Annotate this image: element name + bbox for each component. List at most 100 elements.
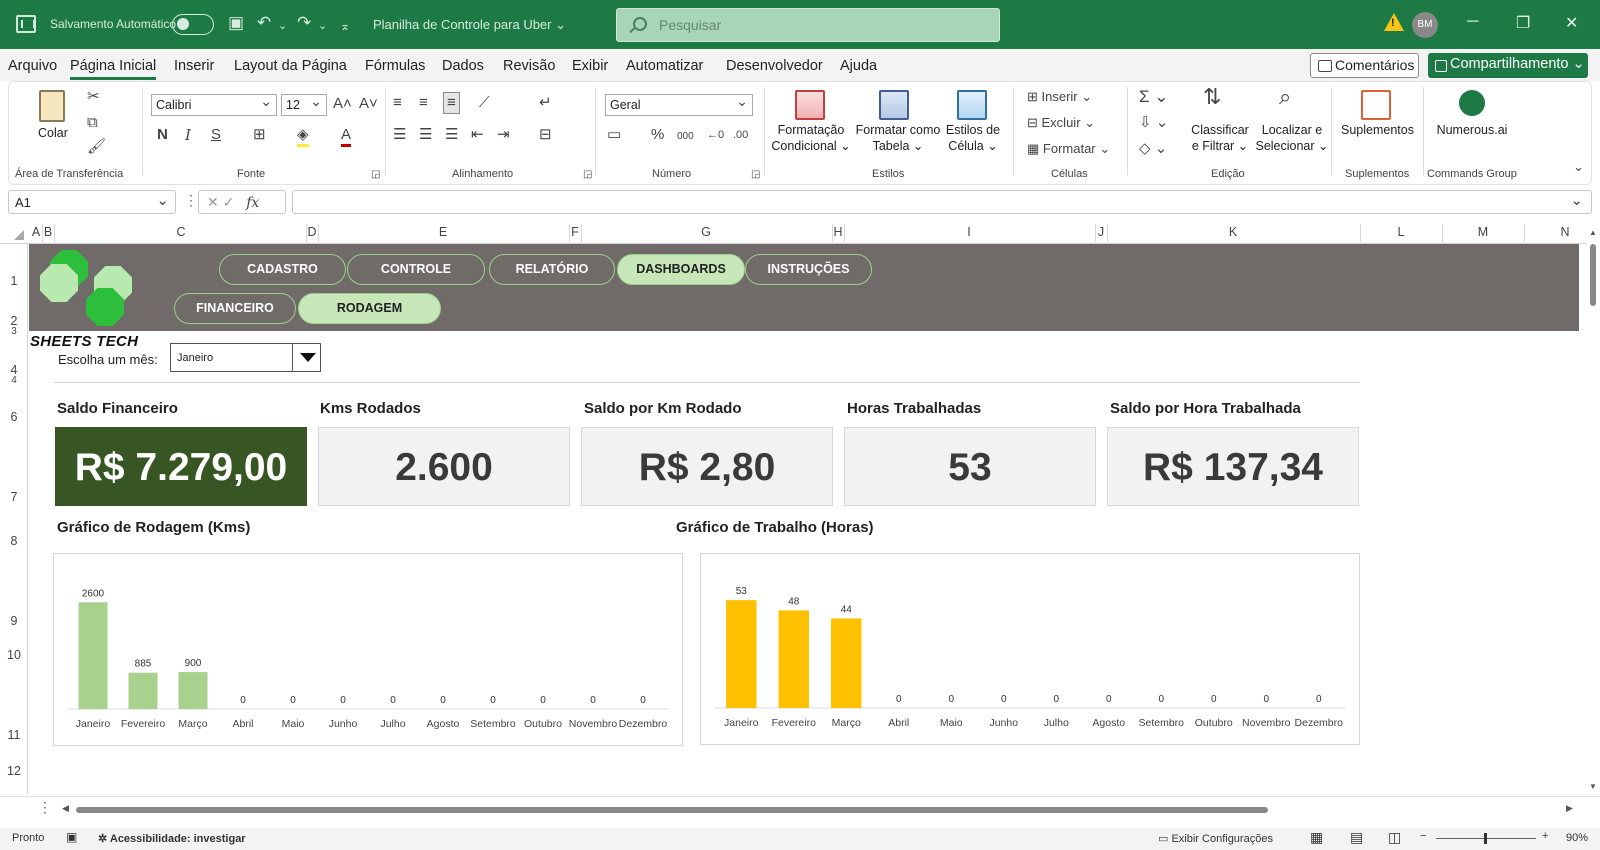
column-header[interactable]: C	[176, 225, 185, 239]
merge-center-icon[interactable]: ⊟	[539, 126, 552, 144]
nav-financeiro[interactable]: FINANCEIRO	[174, 293, 296, 324]
fill-color-icon[interactable]: ◈	[297, 126, 309, 147]
addins-button[interactable]: Suplementos	[1341, 122, 1414, 138]
undo-dropdown-icon[interactable]: ⌄	[278, 16, 287, 36]
bold-button[interactable]: N	[157, 126, 168, 144]
collapse-ribbon-icon[interactable]: ⌄	[1573, 158, 1584, 176]
column-header[interactable]: H	[833, 225, 842, 239]
tab-automatizar[interactable]: Automatizar	[626, 58, 703, 74]
sort-filter-button[interactable]: Classificar e Filtrar ⌄	[1185, 122, 1255, 154]
column-header[interactable]: K	[1229, 225, 1237, 239]
thousands-icon[interactable]: 000	[677, 128, 694, 146]
delete-cells-button[interactable]: ⊟ Excluir ⌄	[1027, 114, 1095, 132]
nav-cadastro[interactable]: CADASTRO	[219, 254, 346, 285]
search-box[interactable]: Pesquisar	[616, 8, 1000, 42]
cell-styles-button[interactable]: Estilos de Célula ⌄	[943, 122, 1003, 154]
align-top-icon[interactable]: ≡	[393, 94, 402, 112]
orientation-icon[interactable]: ⟋	[479, 94, 490, 112]
align-bottom-icon[interactable]: ≡	[443, 92, 460, 114]
formula-input[interactable]	[292, 190, 1592, 214]
scroll-up-icon[interactable]: ▲	[1589, 228, 1597, 237]
column-header[interactable]: G	[701, 225, 711, 239]
cancel-icon[interactable]: ✕	[207, 194, 219, 210]
font-size-select[interactable]: 12	[281, 93, 327, 116]
increase-decimal-icon[interactable]: ←0	[707, 126, 724, 144]
nav-relatorio[interactable]: RELATÓRIO	[489, 254, 615, 285]
conditional-formatting-icon[interactable]	[795, 90, 825, 120]
row-header[interactable]: 1	[0, 274, 28, 288]
column-header[interactable]: L	[1398, 225, 1405, 239]
row-header[interactable]: 4	[0, 375, 28, 386]
tab-desenvolvedor[interactable]: Desenvolvedor	[726, 58, 823, 74]
comments-button[interactable]: Comentários	[1310, 53, 1419, 78]
avatar[interactable]: BM	[1412, 12, 1438, 38]
increase-font-icon[interactable]: A˄	[333, 95, 352, 113]
row-header[interactable]: 6	[0, 410, 28, 424]
insert-function-button[interactable]: fx	[246, 195, 259, 211]
zoom-slider-thumb[interactable]	[1484, 833, 1487, 844]
find-select-button[interactable]: Localizar e Selecionar ⌄	[1253, 122, 1331, 154]
redo-icon[interactable]: ↷	[297, 13, 311, 33]
nav-dashboards[interactable]: DASHBOARDS	[617, 254, 745, 285]
tab-arquivo[interactable]: Arquivo	[8, 58, 57, 74]
decrease-font-icon[interactable]: A˅	[359, 95, 378, 113]
align-right-icon[interactable]: ☰	[445, 126, 458, 144]
restore-icon[interactable]: ❐	[1516, 13, 1530, 33]
format-cells-button[interactable]: ▦ Formatar ⌄	[1027, 140, 1110, 158]
fill-icon[interactable]: ⇩ ⌄	[1139, 114, 1168, 132]
tab-revisao[interactable]: Revisão	[503, 58, 555, 74]
numerous-icon[interactable]	[1459, 90, 1485, 116]
page-break-icon[interactable]: ◫	[1388, 829, 1401, 846]
clear-icon[interactable]: ◇ ⌄	[1139, 140, 1167, 158]
column-header[interactable]: B	[44, 225, 52, 239]
save-icon[interactable]: ▣	[228, 13, 244, 33]
tab-inserir[interactable]: Inserir	[174, 58, 214, 74]
nav-rodagem[interactable]: RODAGEM	[298, 293, 441, 324]
row-header[interactable]: 9	[0, 614, 28, 628]
number-dialog-icon[interactable]: ◲	[751, 166, 760, 184]
normal-view-icon[interactable]: ▦	[1310, 829, 1323, 846]
column-header[interactable]: J	[1098, 225, 1104, 239]
redo-dropdown-icon[interactable]: ⌄	[318, 16, 327, 36]
format-painter-icon[interactable]: 🖌	[87, 138, 106, 156]
scroll-down-icon[interactable]: ▼	[1589, 782, 1597, 791]
number-format-select[interactable]: Geral	[605, 93, 753, 116]
format-as-table-icon[interactable]	[879, 90, 909, 120]
decrease-indent-icon[interactable]: ⇤	[471, 126, 484, 144]
decrease-decimal-icon[interactable]: .00	[733, 126, 748, 144]
percent-icon[interactable]: %	[651, 126, 664, 144]
tab-formulas[interactable]: Fórmulas	[365, 58, 425, 74]
alignment-dialog-icon[interactable]: ◲	[583, 166, 592, 184]
column-header[interactable]: A	[32, 225, 40, 239]
sheet-options-icon[interactable]: ⋮	[38, 799, 52, 816]
italic-button[interactable]: I	[185, 126, 191, 144]
sort-filter-icon[interactable]: ⇅	[1203, 86, 1221, 108]
row-header[interactable]: 12	[0, 764, 28, 778]
row-header[interactable]: 8	[0, 534, 28, 548]
cell-styles-icon[interactable]	[957, 90, 987, 120]
undo-icon[interactable]: ↶	[257, 13, 271, 33]
wrap-text-icon[interactable]: ↵	[539, 94, 552, 112]
row-header[interactable]: 7	[0, 490, 28, 504]
align-middle-icon[interactable]: ≡	[419, 94, 428, 112]
currency-icon[interactable]: ▭	[607, 126, 621, 144]
align-left-icon[interactable]: ☰	[393, 126, 406, 144]
column-header[interactable]: E	[439, 225, 447, 239]
tab-pagina-inicial[interactable]: Página Inicial	[70, 58, 157, 80]
warning-icon[interactable]: !	[1384, 13, 1404, 31]
find-select-icon[interactable]: ⌕	[1279, 86, 1291, 108]
nav-controle[interactable]: CONTROLE	[347, 254, 485, 285]
autosave-toggle[interactable]	[172, 14, 214, 35]
accessibility-status[interactable]: ✲ Acessibilidade: investigar	[98, 832, 246, 845]
dropdown-arrow-icon[interactable]	[292, 344, 320, 371]
minimize-icon[interactable]: ─	[1467, 13, 1478, 31]
font-name-select[interactable]: Calibri	[151, 93, 277, 116]
column-header[interactable]: I	[967, 225, 970, 239]
enter-icon[interactable]: ✓	[223, 194, 235, 210]
align-center-icon[interactable]: ☰	[419, 126, 432, 144]
nav-instrucoes[interactable]: INSTRUÇÕES	[745, 254, 872, 285]
scroll-left-icon[interactable]: ◀	[62, 803, 69, 814]
column-header[interactable]: F	[571, 225, 579, 239]
row-header[interactable]: 10	[0, 648, 28, 662]
font-dialog-icon[interactable]: ◲	[371, 166, 380, 184]
